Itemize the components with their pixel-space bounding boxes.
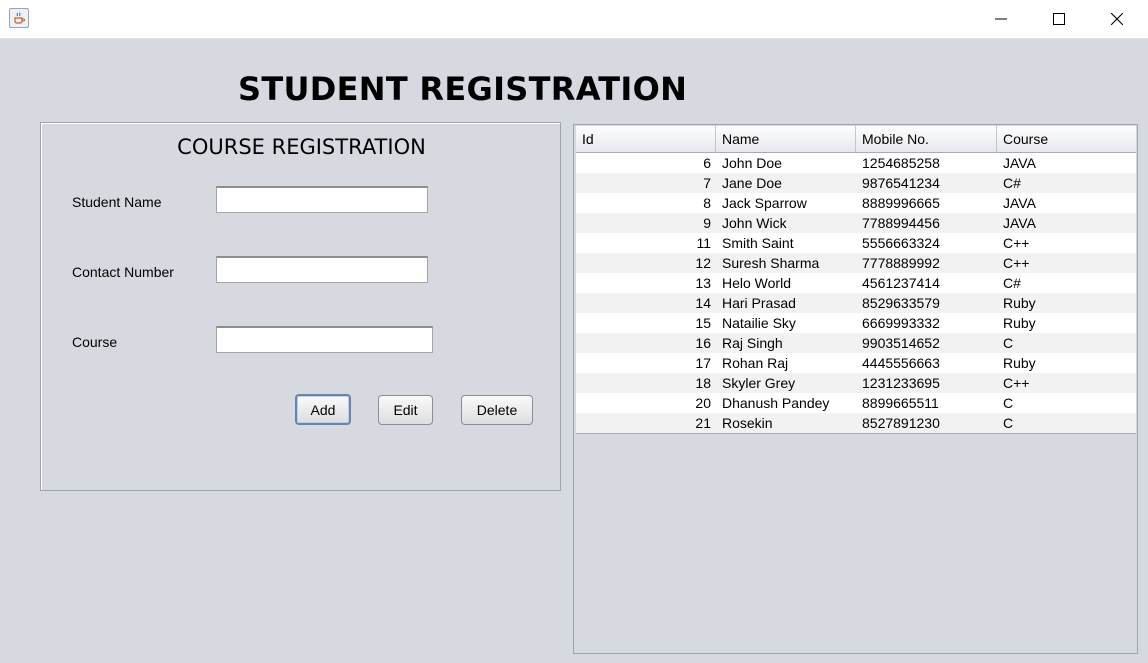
maximize-button[interactable] [1030, 0, 1088, 38]
close-icon [1111, 13, 1123, 25]
cell-id[interactable]: 11 [576, 233, 716, 253]
column-header-course[interactable]: Course [997, 126, 1136, 152]
table-row[interactable]: 8 Jack Sparrow 8889996665 JAVA [576, 193, 1136, 213]
students-table: 6 John Doe 1254685258 JAVA 7 Jane Doe 98765412… [576, 153, 1136, 434]
cell-name[interactable]: Rohan Raj [716, 353, 856, 373]
java-cup-icon [9, 8, 29, 28]
cell-course[interactable]: C# [997, 273, 1136, 293]
contact-number-label: Contact Number [72, 264, 174, 280]
cell-course[interactable]: C++ [997, 373, 1136, 393]
course-label: Course [72, 334, 118, 350]
cell-name[interactable]: Rosekin [716, 413, 856, 433]
cell-id[interactable]: 7 [576, 173, 716, 193]
table-row[interactable]: 17 Rohan Raj 4445556663 Ruby [576, 353, 1136, 373]
cell-id[interactable]: 20 [576, 393, 716, 413]
cell-name[interactable]: Dhanush Pandey [716, 393, 856, 413]
cell-mobile[interactable]: 1254685258 [856, 153, 997, 173]
cell-course[interactable]: C [997, 393, 1136, 413]
cell-name[interactable]: Suresh Sharma [716, 253, 856, 273]
table-row[interactable]: 12 Suresh Sharma 7778889992 C++ [576, 253, 1136, 273]
cell-name[interactable]: Skyler Grey [716, 373, 856, 393]
cell-id[interactable]: 14 [576, 293, 716, 313]
cell-mobile[interactable]: 7778889992 [856, 253, 997, 273]
cell-course[interactable]: C++ [997, 233, 1136, 253]
cell-id[interactable]: 17 [576, 353, 716, 373]
cell-name[interactable]: Jane Doe [716, 173, 856, 193]
table-row[interactable]: 9 John Wick 7788994456 JAVA [576, 213, 1136, 233]
course-input[interactable] [216, 326, 433, 353]
course-registration-panel: COURSE REGISTRATION Student Name Contact… [40, 122, 561, 491]
cell-mobile[interactable]: 4445556663 [856, 353, 997, 373]
cell-id[interactable]: 18 [576, 373, 716, 393]
cell-mobile[interactable]: 1231233695 [856, 373, 997, 393]
delete-button[interactable]: Delete [461, 395, 533, 425]
cell-name[interactable]: Helo World [716, 273, 856, 293]
cell-mobile[interactable]: 9903514652 [856, 333, 997, 353]
cell-mobile[interactable]: 8899665511 [856, 393, 997, 413]
table-header: Id Name Mobile No. Course [576, 126, 1136, 153]
edit-button[interactable]: Edit [378, 395, 433, 425]
minimize-icon [995, 18, 1007, 20]
panel-title: COURSE REGISTRATION [177, 135, 426, 159]
student-name-input[interactable] [216, 186, 428, 213]
column-header-id[interactable]: Id [576, 126, 716, 152]
cell-mobile[interactable]: 9876541234 [856, 173, 997, 193]
table-row[interactable]: 15 Natailie Sky 6669993332 Ruby [576, 313, 1136, 333]
cell-mobile[interactable]: 8889996665 [856, 193, 997, 213]
table-row[interactable]: 11 Smith Saint 5556663324 C++ [576, 233, 1136, 253]
cell-name[interactable]: John Doe [716, 153, 856, 173]
cell-id[interactable]: 13 [576, 273, 716, 293]
cell-name[interactable]: Natailie Sky [716, 313, 856, 333]
student-name-label: Student Name [72, 194, 162, 210]
cell-mobile[interactable]: 7788994456 [856, 213, 997, 233]
title-bar [0, 0, 1148, 39]
cell-course[interactable]: JAVA [997, 193, 1136, 213]
cell-name[interactable]: Jack Sparrow [716, 193, 856, 213]
table-row[interactable]: 7 Jane Doe 9876541234 C# [576, 173, 1136, 193]
cell-course[interactable]: C# [997, 173, 1136, 193]
cell-name[interactable]: Smith Saint [716, 233, 856, 253]
table-row[interactable]: 21 Rosekin 8527891230 C [576, 413, 1136, 433]
maximize-icon [1053, 13, 1065, 25]
cell-course[interactable]: Ruby [997, 293, 1136, 313]
cell-name[interactable]: John Wick [716, 213, 856, 233]
table-row[interactable]: 6 John Doe 1254685258 JAVA [576, 153, 1136, 173]
cell-course[interactable]: Ruby [997, 313, 1136, 333]
cell-id[interactable]: 12 [576, 253, 716, 273]
cell-course[interactable]: C [997, 413, 1136, 433]
cell-id[interactable]: 6 [576, 153, 716, 173]
cell-id[interactable]: 9 [576, 213, 716, 233]
cell-course[interactable]: C++ [997, 253, 1136, 273]
close-button[interactable] [1088, 0, 1146, 38]
table-row[interactable]: 14 Hari Prasad 8529633579 Ruby [576, 293, 1136, 313]
contact-number-input[interactable] [216, 256, 428, 283]
table-row[interactable]: 18 Skyler Grey 1231233695 C++ [576, 373, 1136, 393]
table-row[interactable]: 20 Dhanush Pandey 8899665511 C [576, 393, 1136, 413]
add-button[interactable]: Add [295, 394, 351, 425]
cell-mobile[interactable]: 6669993332 [856, 313, 997, 333]
cell-name[interactable]: Hari Prasad [716, 293, 856, 313]
cell-mobile[interactable]: 8529633579 [856, 293, 997, 313]
column-header-mobile[interactable]: Mobile No. [856, 126, 997, 152]
cell-mobile[interactable]: 8527891230 [856, 413, 997, 433]
table-row[interactable]: 13 Helo World 4561237414 C# [576, 273, 1136, 293]
cell-name[interactable]: Raj Singh [716, 333, 856, 353]
cell-course[interactable]: JAVA [997, 153, 1136, 173]
students-table-panel: Id Name Mobile No. Course 6 John Doe 12546… [573, 124, 1138, 654]
cell-id[interactable]: 8 [576, 193, 716, 213]
minimize-button[interactable] [972, 0, 1030, 38]
cell-mobile[interactable]: 4561237414 [856, 273, 997, 293]
page-title: STUDENT REGISTRATION [238, 70, 688, 108]
cell-course[interactable]: C [997, 333, 1136, 353]
cell-course[interactable]: Ruby [997, 353, 1136, 373]
cell-mobile[interactable]: 5556663324 [856, 233, 997, 253]
cell-id[interactable]: 16 [576, 333, 716, 353]
cell-id[interactable]: 21 [576, 413, 716, 433]
cell-id[interactable]: 15 [576, 313, 716, 333]
table-row[interactable]: 16 Raj Singh 9903514652 C [576, 333, 1136, 353]
column-header-name[interactable]: Name [716, 126, 856, 152]
cell-course[interactable]: JAVA [997, 213, 1136, 233]
